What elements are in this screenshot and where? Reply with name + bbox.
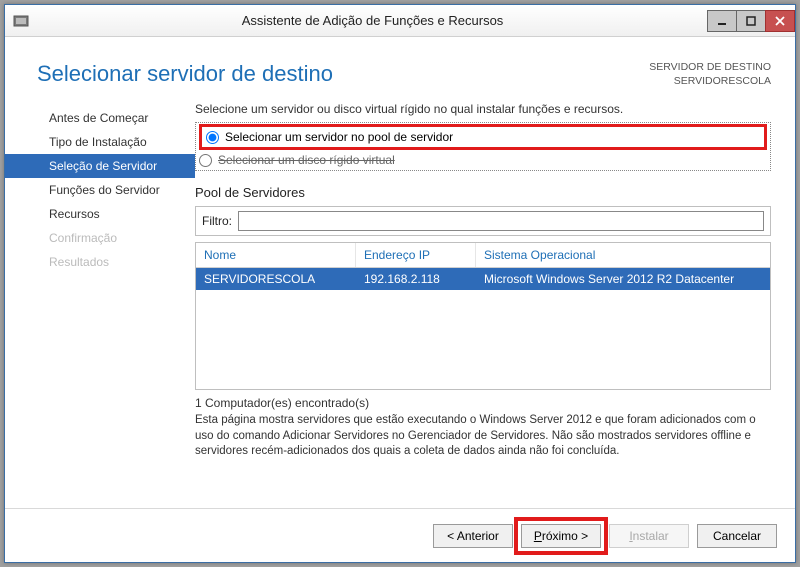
- cell-ip: 192.168.2.118: [356, 268, 476, 290]
- next-accel: P: [534, 529, 542, 543]
- radio-option-pool[interactable]: Selecionar um servidor no pool de servid…: [206, 128, 760, 146]
- radio-vhd-label: Selecionar um disco rígido virtual: [218, 153, 395, 167]
- wizard-sidebar: Antes de Começar Tipo de Instalação Sele…: [5, 100, 195, 508]
- cell-os: Microsoft Windows Server 2012 R2 Datacen…: [476, 268, 770, 290]
- radio-pool-input[interactable]: [206, 131, 219, 144]
- filter-row: Filtro:: [195, 206, 771, 236]
- wizard-footer: < Anterior Próximo > Instalar Cancelar: [5, 508, 795, 562]
- window-title: Assistente de Adição de Funções e Recurs…: [37, 13, 708, 28]
- sidebar-item-confirmation: Confirmação: [5, 226, 195, 250]
- titlebar: Assistente de Adição de Funções e Recurs…: [5, 5, 795, 37]
- help-text: Esta página mostra servidores que estão …: [195, 413, 771, 460]
- window-controls: [708, 10, 795, 32]
- sidebar-item-server-roles[interactable]: Funções do Servidor: [5, 178, 195, 202]
- maximize-button[interactable]: [736, 10, 766, 32]
- pool-heading: Pool de Servidores: [195, 185, 771, 200]
- radio-vhd-input[interactable]: [199, 154, 212, 167]
- minimize-button[interactable]: [707, 10, 737, 32]
- destination-info: SERVIDOR DE DESTINO SERVIDORESCOLA: [649, 61, 771, 88]
- next-button[interactable]: Próximo >: [521, 524, 601, 548]
- filter-input[interactable]: [238, 211, 764, 231]
- cell-name: SERVIDORESCOLA: [196, 268, 356, 290]
- install-rest: nstalar: [633, 529, 669, 543]
- radio-option-vhd[interactable]: Selecionar um disco rígido virtual: [199, 151, 767, 169]
- instruction-text: Selecione um servidor ou disco virtual r…: [195, 102, 771, 116]
- found-count: 1 Computador(es) encontrado(s): [195, 396, 771, 410]
- filter-label: Filtro:: [202, 214, 232, 228]
- column-os[interactable]: Sistema Operacional: [476, 243, 770, 267]
- wizard-window: Assistente de Adição de Funções e Recurs…: [4, 4, 796, 563]
- next-rest: róximo >: [542, 529, 588, 543]
- table-row[interactable]: SERVIDORESCOLA 192.168.2.118 Microsoft W…: [196, 268, 770, 290]
- app-icon: [13, 13, 29, 29]
- install-button: Instalar: [609, 524, 689, 548]
- sidebar-item-results: Resultados: [5, 250, 195, 274]
- sidebar-item-install-type[interactable]: Tipo de Instalação: [5, 130, 195, 154]
- content: Selecione um servidor ou disco virtual r…: [195, 100, 771, 508]
- dest-label: SERVIDOR DE DESTINO: [649, 61, 771, 75]
- table-header: Nome Endereço IP Sistema Operacional: [196, 243, 770, 268]
- dest-value: SERVIDORESCOLA: [649, 75, 771, 89]
- back-button[interactable]: < Anterior: [433, 524, 513, 548]
- cancel-button[interactable]: Cancelar: [697, 524, 777, 548]
- sidebar-item-server-selection[interactable]: Seleção de Servidor: [5, 154, 195, 178]
- table-body: SERVIDORESCOLA 192.168.2.118 Microsoft W…: [196, 268, 770, 389]
- header: Selecionar servidor de destino SERVIDOR …: [5, 37, 795, 100]
- page-title: Selecionar servidor de destino: [37, 61, 333, 87]
- highlight-pool-option: Selecionar um servidor no pool de servid…: [199, 124, 767, 150]
- radio-pool-label: Selecionar um servidor no pool de servid…: [225, 130, 453, 144]
- target-type-radio-group: Selecionar um servidor no pool de servid…: [195, 122, 771, 171]
- sidebar-item-before-begin[interactable]: Antes de Começar: [5, 106, 195, 130]
- column-ip[interactable]: Endereço IP: [356, 243, 476, 267]
- sidebar-item-features[interactable]: Recursos: [5, 202, 195, 226]
- body: Antes de Começar Tipo de Instalação Sele…: [5, 100, 795, 508]
- server-table: Nome Endereço IP Sistema Operacional SER…: [195, 242, 771, 390]
- close-button[interactable]: [765, 10, 795, 32]
- column-name[interactable]: Nome: [196, 243, 356, 267]
